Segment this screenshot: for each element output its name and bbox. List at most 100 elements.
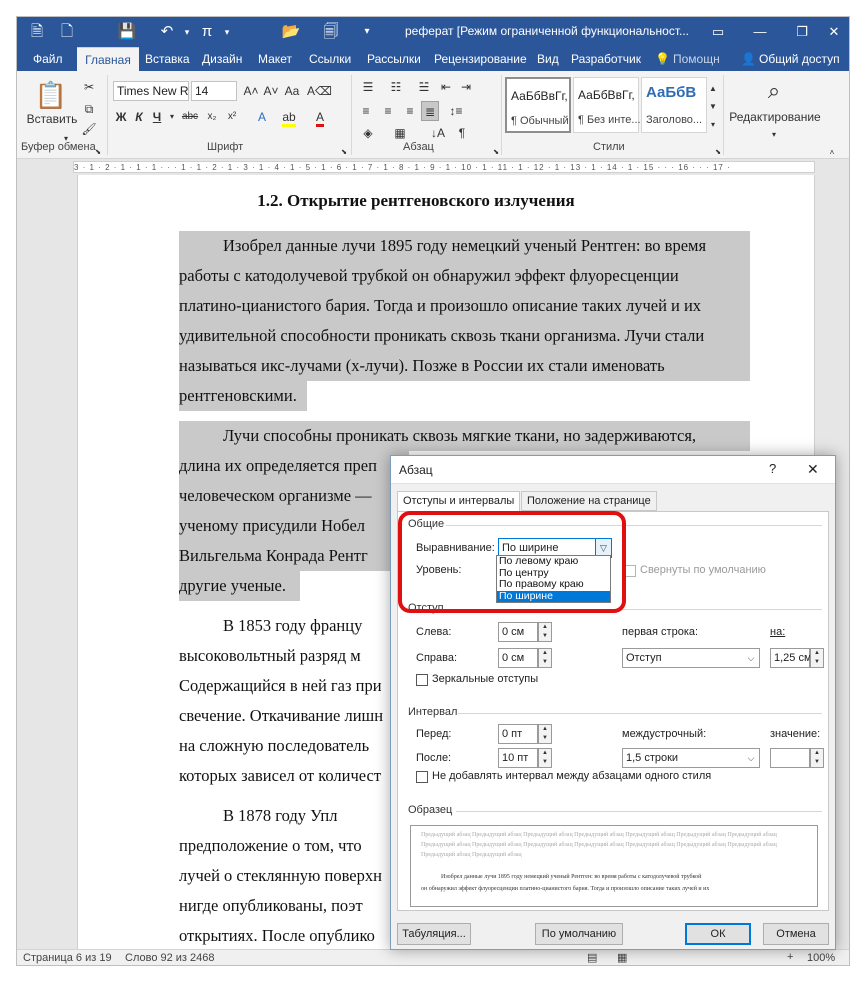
italic-button[interactable]: К <box>131 107 147 127</box>
new-document-icon[interactable]: 🗋 <box>55 21 79 43</box>
cut-icon[interactable]: ✂ <box>79 77 99 97</box>
share-person-icon[interactable]: 👤 <box>739 47 758 71</box>
open-folder-icon[interactable]: 📂 <box>279 21 303 43</box>
spacing-before-input[interactable]: 0 пт <box>498 724 538 744</box>
shrink-font-icon[interactable]: A˅ <box>263 81 279 101</box>
font-size-combo[interactable]: 14 <box>191 81 237 101</box>
tab-indents-spacing[interactable]: Отступы и интервалы <box>397 491 521 513</box>
read-mode-icon[interactable]: ▤ <box>587 951 597 964</box>
style-heading[interactable]: АаБбВ Заголово... <box>641 77 707 133</box>
grow-font-icon[interactable]: A˄ <box>243 81 259 101</box>
styles-more-icon[interactable]: ▾ <box>707 115 719 135</box>
dialog-close-button[interactable]: ✕ <box>807 461 819 478</box>
help-lightbulb-icon[interactable]: 💡 <box>653 47 672 71</box>
set-default-button[interactable]: По умолчанию <box>535 923 623 945</box>
tab-file[interactable]: Файл <box>31 47 65 71</box>
tab-references[interactable]: Ссылки <box>307 47 353 71</box>
chevron-down-icon[interactable]: ⌵ <box>743 649 759 667</box>
dont-add-space-checkbox[interactable] <box>416 771 428 783</box>
dialog-help-button[interactable]: ? <box>769 461 776 476</box>
increase-indent-icon[interactable]: ⇥ <box>457 77 475 97</box>
close-window-button[interactable]: ✕ <box>813 17 849 47</box>
align-left-icon[interactable]: ≡ <box>357 101 375 121</box>
strikethrough-icon[interactable]: abc <box>179 107 201 127</box>
indent-left-spinner[interactable]: ▲ ▼ <box>538 622 552 642</box>
indent-right-input[interactable]: 0 см <box>498 648 538 668</box>
text-effects-icon[interactable]: A <box>253 107 271 127</box>
font-color-icon[interactable]: A <box>311 107 329 127</box>
save-icon[interactable]: 💾 <box>115 21 139 43</box>
justify-icon[interactable]: ≣ <box>421 101 439 121</box>
bold-button[interactable]: Ж <box>113 107 129 127</box>
align-right-icon[interactable]: ≡ <box>401 101 419 121</box>
tabs-button[interactable]: Табуляция... <box>397 923 471 945</box>
zoom-in-icon[interactable]: + <box>787 951 793 963</box>
page-count[interactable]: Страница 6 из 19 <box>23 952 112 964</box>
superscript-icon[interactable]: x² <box>223 107 241 127</box>
highlight-color-icon[interactable]: ab <box>279 107 299 127</box>
tell-me-search[interactable]: Помощн <box>671 47 722 71</box>
word-count[interactable]: Слово 92 из 2468 <box>125 952 215 964</box>
spacing-value-spinner[interactable]: ▲ ▼ <box>810 748 824 768</box>
tab-design[interactable]: Дизайн <box>200 47 244 71</box>
by-input[interactable]: 1,25 см <box>770 648 812 668</box>
tab-home[interactable]: Главная <box>77 47 139 71</box>
style-no-spacing[interactable]: АаБбВвГг, ¶ Без инте... <box>573 77 641 133</box>
line-spacing-icon[interactable]: ↕≡ <box>445 101 467 121</box>
chevron-down-icon[interactable]: ⌵ <box>743 749 759 767</box>
spacing-after-input[interactable]: 10 пт <box>498 748 538 768</box>
customize-quick-access-icon[interactable]: ▾ <box>355 21 379 43</box>
font-name-combo[interactable]: Times New R <box>113 81 189 101</box>
find-search-icon[interactable]: ⌕ <box>759 77 789 105</box>
copy-icon[interactable]: ⧉ <box>79 99 99 119</box>
tab-view[interactable]: Вид <box>535 47 561 71</box>
show-marks-icon[interactable]: ¶ <box>453 123 471 143</box>
print-layout-icon[interactable]: ▦ <box>617 951 627 964</box>
clear-formatting-icon[interactable]: A⌫ <box>307 81 332 101</box>
subscript-icon[interactable]: x₂ <box>203 107 221 127</box>
paste-button-label[interactable]: Вставить <box>25 109 79 129</box>
styles-scroll-up-icon[interactable]: ▲ <box>707 79 719 99</box>
mirror-indents-checkbox[interactable] <box>416 674 428 686</box>
tab-line-page-breaks[interactable]: Положение на странице <box>521 491 657 511</box>
align-center-icon[interactable]: ≡ <box>379 101 397 121</box>
multilevel-list-icon[interactable]: ☱ <box>413 77 435 97</box>
minimize-button[interactable]: — <box>739 17 781 47</box>
tab-layout[interactable]: Макет <box>256 47 294 71</box>
spacing-value-input[interactable] <box>770 748 810 768</box>
indent-left-input[interactable]: 0 см <box>498 622 538 642</box>
bullets-icon[interactable]: ☰ <box>357 77 379 97</box>
tab-insert[interactable]: Вставка <box>143 47 192 71</box>
spacing-before-spinner[interactable]: ▲ ▼ <box>538 724 552 744</box>
underline-button[interactable]: Ч <box>149 107 165 127</box>
borders-icon[interactable]: ▦ <box>389 123 411 143</box>
equation-dropdown-icon[interactable]: ▾ <box>215 21 239 43</box>
paste-icon[interactable]: 📋 <box>31 77 71 113</box>
editing-button[interactable]: Редактирование <box>727 107 823 127</box>
line-spacing-select[interactable]: 1,5 строки ⌵ <box>622 748 760 768</box>
shading-icon[interactable]: ◈ <box>357 123 379 143</box>
by-spinner[interactable]: ▲ ▼ <box>810 648 824 668</box>
first-line-select[interactable]: Отступ ⌵ <box>622 648 760 668</box>
ribbon-display-options-icon[interactable]: ▭ <box>697 17 739 47</box>
format-painter-icon[interactable]: 🖌 <box>79 119 99 139</box>
sort-icon[interactable]: ↓A <box>429 123 447 143</box>
style-normal[interactable]: АаБбВвГг, ¶ Обычный <box>505 77 571 133</box>
cancel-button[interactable]: Отмена <box>763 923 829 945</box>
tab-review[interactable]: Рецензирование <box>432 47 529 71</box>
ok-button[interactable]: ОК <box>685 923 751 945</box>
ruler-scale[interactable]: 3 · 1 · 2 · 1 · 1 · 1 · · · 1 · 1 · 2 · … <box>73 161 815 173</box>
indent-right-spinner[interactable]: ▲ ▼ <box>538 648 552 668</box>
tab-developer[interactable]: Разработчик <box>569 47 643 71</box>
tab-mailings[interactable]: Рассылки <box>365 47 423 71</box>
decrease-indent-icon[interactable]: ⇤ <box>437 77 455 97</box>
print-preview-icon[interactable]: 🗐 <box>319 21 343 43</box>
editing-dropdown-icon[interactable]: ▾ <box>769 125 779 145</box>
change-case-icon[interactable]: Aa <box>283 81 301 101</box>
zoom-level[interactable]: 100% <box>807 952 835 964</box>
underline-dropdown-icon[interactable]: ▾ <box>167 107 177 127</box>
numbering-icon[interactable]: ☷ <box>385 77 407 97</box>
styles-scroll-down-icon[interactable]: ▼ <box>707 97 719 117</box>
spacing-after-spinner[interactable]: ▲ ▼ <box>538 748 552 768</box>
share-button[interactable]: Общий доступ <box>757 47 842 71</box>
